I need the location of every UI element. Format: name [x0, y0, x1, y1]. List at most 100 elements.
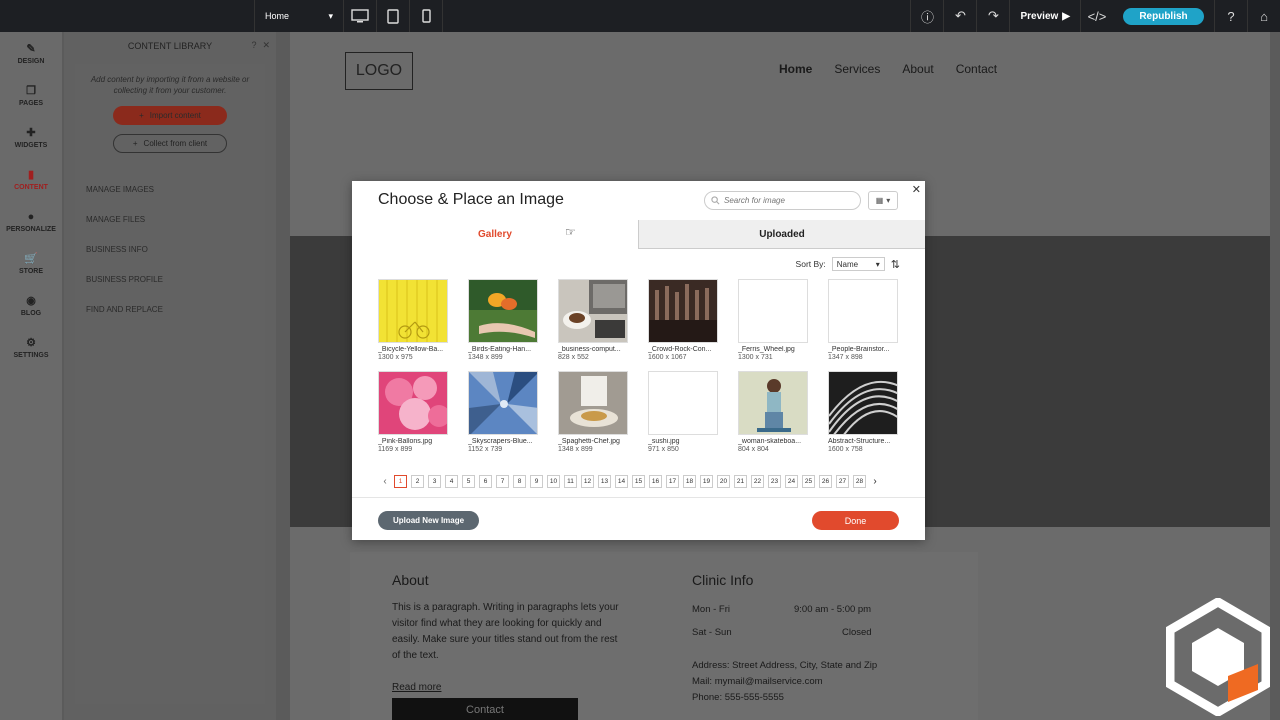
desktop-view-button[interactable] — [344, 0, 377, 32]
page-number-16[interactable]: 16 — [649, 475, 662, 488]
view-toggle[interactable]: ▦ ▾ — [868, 191, 898, 210]
nav-home[interactable]: Home — [779, 62, 812, 76]
collect-from-client-button[interactable]: + Collect from client — [113, 134, 227, 153]
image-dimensions: 1300 x 731 — [738, 354, 773, 361]
help-button[interactable]: ? — [1214, 0, 1247, 32]
code-button[interactable]: </> — [1080, 0, 1113, 32]
nav-about[interactable]: About — [902, 62, 933, 76]
image-search-box[interactable] — [704, 191, 861, 210]
page-number-5[interactable]: 5 — [462, 475, 475, 488]
upload-new-image-button[interactable]: Upload New Image — [378, 511, 479, 530]
hours-day: Mon - Fri — [692, 604, 730, 615]
rail-item-pages[interactable]: ❐ PAGES — [0, 74, 62, 116]
nav-contact[interactable]: Contact — [956, 62, 997, 76]
page-number-27[interactable]: 27 — [836, 475, 849, 488]
close-icon[interactable]: ✕ — [912, 183, 921, 196]
pages-icon: ❐ — [26, 84, 36, 97]
image-tile[interactable]: _Pink-Ballons.jpg 1169 x 899 — [378, 371, 448, 453]
read-more-link[interactable]: Read more — [392, 682, 441, 693]
business-profile-link[interactable]: BUSINESS PROFILE — [75, 265, 265, 295]
image-tile[interactable]: _Spaghetti-Chef.jpg 1348 x 899 — [558, 371, 628, 453]
page-number-24[interactable]: 24 — [785, 475, 798, 488]
image-tile[interactable]: Abstract-Structure... 1600 x 758 — [828, 371, 898, 453]
sort-select[interactable]: Name ▾ — [831, 257, 885, 271]
manage-files-link[interactable]: MANAGE FILES — [75, 205, 265, 235]
page-number-6[interactable]: 6 — [479, 475, 492, 488]
image-tile[interactable]: _Birds-Eating-Han... 1348 x 899 — [468, 279, 538, 361]
image-tile[interactable]: _sushi.jpg 971 x 850 — [648, 371, 718, 453]
import-content-button[interactable]: + Import content — [113, 106, 227, 125]
cart-icon: 🛒 — [24, 252, 38, 265]
page-number-14[interactable]: 14 — [615, 475, 628, 488]
page-number-4[interactable]: 4 — [445, 475, 458, 488]
rail-item-blog[interactable]: ◉ BLOG — [0, 284, 62, 326]
image-tile[interactable]: _People-Brainstor... 1347 x 898 — [828, 279, 898, 361]
page-number-15[interactable]: 15 — [632, 475, 645, 488]
page-number-3[interactable]: 3 — [428, 475, 441, 488]
chevron-left-icon[interactable]: ‹ — [380, 476, 390, 487]
preview-button[interactable]: Preview ▶ — [1009, 0, 1080, 32]
tab-gallery[interactable]: Gallery — [352, 220, 638, 249]
person-icon: ● — [27, 210, 35, 223]
page-number-7[interactable]: 7 — [496, 475, 509, 488]
page-number-21[interactable]: 21 — [734, 475, 747, 488]
rail-item-personalize[interactable]: ● PERSONALIZE — [0, 200, 62, 242]
page-number-8[interactable]: 8 — [513, 475, 526, 488]
site-logo[interactable]: LOGO — [345, 52, 413, 90]
page-number-9[interactable]: 9 — [530, 475, 543, 488]
home-button[interactable]: ⌂ — [1247, 0, 1280, 32]
help-icon[interactable]: ? — [251, 40, 262, 50]
page-number-28[interactable]: 28 — [853, 475, 866, 488]
rail-item-widgets[interactable]: ✚ WIDGETS — [0, 116, 62, 158]
page-number-23[interactable]: 23 — [768, 475, 781, 488]
tablet-view-button[interactable] — [377, 0, 410, 32]
page-number-25[interactable]: 25 — [802, 475, 815, 488]
image-tile[interactable]: _Bicycle-Yellow-Ba... 1300 x 975 — [378, 279, 448, 361]
page-number-2[interactable]: 2 — [411, 475, 424, 488]
rail-item-settings[interactable]: ⚙ SETTINGS — [0, 326, 62, 368]
page-number-18[interactable]: 18 — [683, 475, 696, 488]
republish-button[interactable]: Republish — [1123, 7, 1204, 25]
page-number-22[interactable]: 22 — [751, 475, 764, 488]
manage-images-link[interactable]: MANAGE IMAGES — [75, 175, 265, 205]
page-number-26[interactable]: 26 — [819, 475, 832, 488]
nav-services[interactable]: Services — [834, 62, 880, 76]
close-icon[interactable]: ✕ — [262, 40, 276, 50]
redo-button[interactable]: ↷ — [976, 0, 1009, 32]
image-tile[interactable]: _Skyscrapers-Blue... 1152 x 739 — [468, 371, 538, 453]
contact-button[interactable]: Contact — [392, 698, 578, 720]
image-tile[interactable]: _woman-skateboa... 804 x 804 — [738, 371, 808, 453]
done-button[interactable]: Done — [812, 511, 899, 530]
page-number-10[interactable]: 10 — [547, 475, 560, 488]
page-number-20[interactable]: 20 — [717, 475, 730, 488]
find-and-replace-link[interactable]: FIND AND REPLACE — [75, 295, 265, 325]
image-filename: _People-Brainstor... — [828, 346, 890, 353]
page-number-11[interactable]: 11 — [564, 475, 577, 488]
page-number-12[interactable]: 12 — [581, 475, 594, 488]
page-number-17[interactable]: 17 — [666, 475, 679, 488]
rail-item-store[interactable]: 🛒 STORE — [0, 242, 62, 284]
rail-item-content[interactable]: ▮ CONTENT — [0, 158, 62, 200]
image-filename: _sushi.jpg — [648, 438, 680, 445]
hours-row: Sat - Sun Closed — [692, 627, 874, 638]
info-button[interactable]: ⓘ — [910, 0, 943, 32]
image-tile[interactable]: _Ferris_Wheel.jpg 1300 x 731 — [738, 279, 808, 361]
image-tile[interactable]: _Crowd-Rock-Con... 1600 x 1067 — [648, 279, 718, 361]
image-dimensions: 1152 x 739 — [468, 446, 503, 453]
business-info-link[interactable]: BUSINESS INFO — [75, 235, 265, 265]
mobile-view-button[interactable] — [410, 0, 443, 32]
undo-button[interactable]: ↶ — [943, 0, 976, 32]
page-select[interactable]: Home ▾ — [254, 0, 344, 32]
page-number-13[interactable]: 13 — [598, 475, 611, 488]
rail-item-design[interactable]: ✎ DESIGN — [0, 32, 62, 74]
sort-direction-icon[interactable]: ⇅ — [891, 258, 900, 271]
search-input[interactable] — [724, 196, 844, 205]
image-thumbnail — [648, 279, 718, 343]
page-number-19[interactable]: 19 — [700, 475, 713, 488]
chevron-right-icon[interactable]: › — [870, 476, 880, 487]
image-tile[interactable]: _business-comput... 828 x 552 — [558, 279, 628, 361]
page-number-1[interactable]: 1 — [394, 475, 407, 488]
clinic-info-title: Clinic Info — [692, 572, 754, 588]
tab-uploaded[interactable]: Uploaded — [638, 220, 925, 249]
about-title: About — [392, 572, 429, 588]
